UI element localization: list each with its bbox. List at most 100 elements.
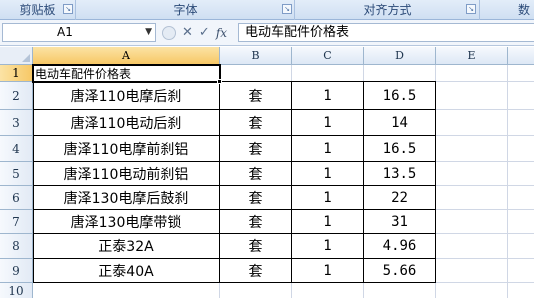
cell-e6[interactable]: [436, 186, 508, 210]
column-label: D: [395, 49, 404, 62]
cell-c2[interactable]: 1: [292, 82, 364, 110]
cell-d10[interactable]: [364, 283, 436, 298]
cell-f2[interactable]: [508, 82, 534, 110]
cell-b3[interactable]: 套: [220, 110, 292, 136]
cell-e8[interactable]: [436, 234, 508, 259]
cell-f8[interactable]: [508, 234, 534, 259]
cell-f6[interactable]: [508, 186, 534, 210]
fill-handle[interactable]: [217, 79, 222, 84]
cell-a8[interactable]: 正泰32A: [33, 234, 220, 259]
cell-c3[interactable]: 1: [292, 110, 364, 136]
cell-d5[interactable]: 13.5: [364, 162, 436, 186]
cell-d9[interactable]: 5.66: [364, 259, 436, 283]
column-header-c[interactable]: C: [292, 47, 364, 65]
cell-a1[interactable]: 电动车配件价格表: [33, 65, 220, 82]
item-price: 4.96: [382, 238, 417, 254]
row-label: 7: [12, 214, 20, 229]
clipboard-launcher-icon[interactable]: ↘: [63, 4, 73, 14]
cell-c4[interactable]: 1: [292, 136, 364, 162]
cell-a10[interactable]: [33, 283, 220, 298]
cell-b5[interactable]: 套: [220, 162, 292, 186]
cell-e4[interactable]: [436, 136, 508, 162]
cell-d6[interactable]: 22: [364, 186, 436, 210]
cell-c8[interactable]: 1: [292, 234, 364, 259]
cell-c5[interactable]: 1: [292, 162, 364, 186]
cell-d7[interactable]: 31: [364, 210, 436, 234]
cell-c7[interactable]: 1: [292, 210, 364, 234]
cell-b4[interactable]: 套: [220, 136, 292, 162]
row-header-2[interactable]: 2: [0, 82, 33, 110]
cell-e5[interactable]: [436, 162, 508, 186]
column-header-a[interactable]: A: [33, 47, 220, 65]
cell-e2[interactable]: [436, 82, 508, 110]
chevron-down-icon[interactable]: ▼: [145, 24, 152, 41]
cell-e10[interactable]: [436, 283, 508, 298]
cell-c1[interactable]: [292, 65, 364, 82]
cancel-icon[interactable]: ✕: [182, 25, 193, 40]
item-unit: 套: [248, 239, 263, 255]
font-launcher-icon[interactable]: ↘: [282, 4, 292, 14]
cell-d3[interactable]: 14: [364, 110, 436, 136]
cell-a9[interactable]: 正泰40A: [33, 259, 220, 283]
cell-b6[interactable]: 套: [220, 186, 292, 210]
cell-f3[interactable]: [508, 110, 534, 136]
cell-b10[interactable]: [220, 283, 292, 298]
row-label: 9: [12, 263, 20, 278]
cell-a4[interactable]: 唐泽110电摩前刹铝: [33, 136, 220, 162]
cell-b9[interactable]: 套: [220, 259, 292, 283]
cell-f9[interactable]: [508, 259, 534, 283]
row-header-8[interactable]: 8: [0, 234, 33, 259]
cell-f10[interactable]: [508, 283, 534, 298]
cell-d4[interactable]: 16.5: [364, 136, 436, 162]
item-qty: 1: [323, 165, 332, 182]
column-header-d[interactable]: D: [364, 47, 436, 65]
cell-f7[interactable]: [508, 210, 534, 234]
name-box[interactable]: A1 ▼: [2, 23, 156, 42]
row-header-3[interactable]: 3: [0, 110, 33, 136]
item-price: 14: [391, 114, 408, 131]
worksheet-grid[interactable]: 电动车配件价格表 唐泽110电摩后刹 套 1 16.5 唐泽110电动后刹 套 …: [32, 64, 534, 298]
cell-f4[interactable]: [508, 136, 534, 162]
row-header-7[interactable]: 7: [0, 210, 33, 234]
cell-b2[interactable]: 套: [220, 82, 292, 110]
row-header-6[interactable]: 6: [0, 186, 33, 210]
formula-input[interactable]: 电动车配件价格表: [238, 23, 534, 42]
row-header-9[interactable]: 9: [0, 259, 33, 283]
row-header-5[interactable]: 5: [0, 162, 33, 186]
cell-b1[interactable]: [220, 65, 292, 82]
alignment-launcher-icon[interactable]: ↘: [466, 4, 476, 14]
cell-e3[interactable]: [436, 110, 508, 136]
cell-f1[interactable]: [508, 65, 534, 82]
cell-d8[interactable]: 4.96: [364, 234, 436, 259]
cell-b8[interactable]: 套: [220, 234, 292, 259]
insert-function-icon[interactable]: fx: [216, 26, 227, 40]
cell-d2[interactable]: 16.5: [364, 82, 436, 110]
item-unit: 套: [248, 88, 263, 105]
row-header-4[interactable]: 4: [0, 136, 33, 162]
select-all-corner[interactable]: [0, 47, 33, 65]
expand-circle-icon[interactable]: [162, 25, 176, 40]
cell-d1[interactable]: [364, 65, 436, 82]
cell-a6[interactable]: 唐泽130电摩后鼓刹: [33, 186, 220, 210]
row-header-10[interactable]: 10: [0, 283, 33, 298]
column-header-b[interactable]: B: [220, 47, 292, 65]
cell-c6[interactable]: 1: [292, 186, 364, 210]
item-price: 16.5: [382, 87, 417, 104]
cell-a5[interactable]: 唐泽110电动前刹铝: [33, 162, 220, 186]
cell-c10[interactable]: [292, 283, 364, 298]
cell-a2[interactable]: 唐泽110电摩后刹: [33, 82, 220, 110]
cell-e9[interactable]: [436, 259, 508, 283]
row-header-1[interactable]: 1: [0, 65, 33, 82]
cell-e1[interactable]: [436, 65, 508, 82]
cell-f5[interactable]: [508, 162, 534, 186]
cell-e7[interactable]: [436, 210, 508, 234]
cell-c9[interactable]: 1: [292, 259, 364, 283]
cell-a7[interactable]: 唐泽130电摩带锁: [33, 210, 220, 234]
column-header-e[interactable]: E: [436, 47, 508, 65]
item-unit: 套: [248, 115, 263, 132]
cell-a3[interactable]: 唐泽110电动后刹: [33, 110, 220, 136]
check-icon[interactable]: ✓: [199, 25, 210, 40]
column-header-f[interactable]: [508, 47, 534, 65]
cell-b7[interactable]: 套: [220, 210, 292, 234]
item-qty: 1: [323, 238, 332, 254]
